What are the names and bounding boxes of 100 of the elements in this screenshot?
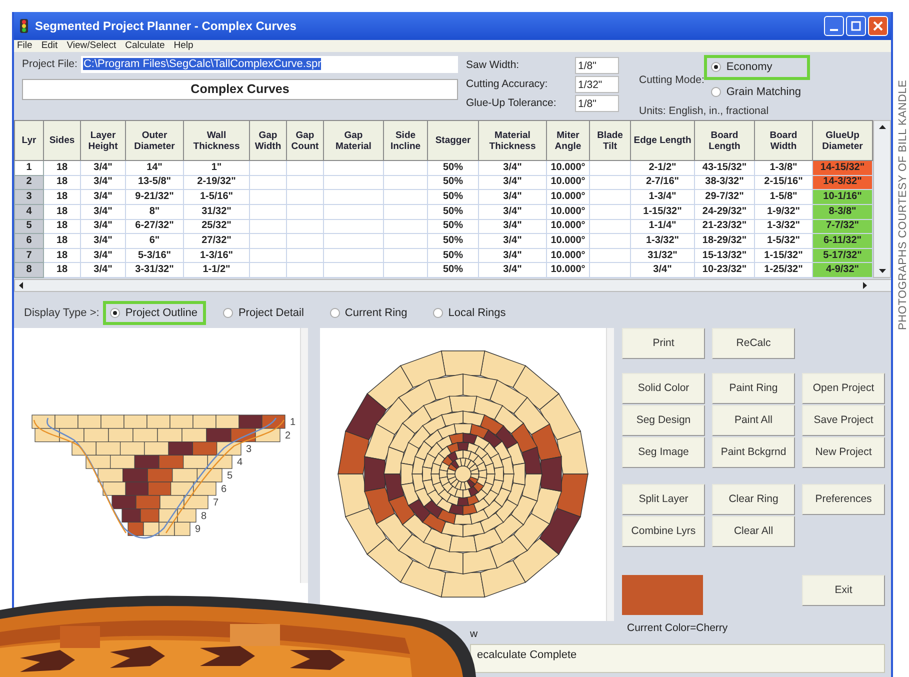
table-cell: 3/4" bbox=[478, 204, 546, 219]
table-cell: 18-29/32" bbox=[694, 234, 754, 248]
table-cell: 3/4" bbox=[80, 219, 126, 234]
toolbar-button[interactable]: ReCalc bbox=[712, 328, 795, 359]
scrollbar[interactable] bbox=[606, 328, 614, 621]
layer-number: 8 bbox=[201, 510, 207, 522]
radio-option[interactable]: Economy bbox=[704, 55, 810, 80]
column-header[interactable]: Material Thickness bbox=[478, 120, 546, 160]
row-header[interactable]: 8 bbox=[14, 262, 44, 278]
project-title: Complex Curves bbox=[22, 79, 458, 100]
table-cell: 8-3/8" bbox=[812, 204, 872, 219]
table-cell: 50% bbox=[428, 219, 478, 234]
column-header[interactable]: Edge Length bbox=[630, 120, 694, 160]
column-header[interactable]: Gap Width bbox=[250, 120, 286, 160]
table-cell: 3/4" bbox=[478, 234, 546, 248]
row-header[interactable]: 5 bbox=[14, 219, 44, 234]
column-header[interactable]: Board Width bbox=[754, 120, 812, 160]
column-header[interactable]: Side Incline bbox=[384, 120, 428, 160]
column-header[interactable]: GlueUp Diameter bbox=[812, 120, 872, 160]
input-field[interactable]: 1/8" bbox=[575, 95, 619, 112]
toolbar-button[interactable]: Preferences bbox=[802, 484, 885, 515]
column-header[interactable]: Sides bbox=[44, 120, 80, 160]
table-cell: 14" bbox=[126, 160, 184, 176]
scrollbar[interactable] bbox=[300, 328, 308, 583]
table-cell: 2-19/32" bbox=[184, 175, 250, 190]
menu-item[interactable]: View/Select bbox=[66, 40, 116, 52]
toolbar-button[interactable]: Seg Image bbox=[622, 437, 705, 468]
column-header[interactable]: Blade Tilt bbox=[590, 120, 630, 160]
project-file-field[interactable]: C:\Program Files\SegCalc\TallComplexCurve.spr bbox=[81, 56, 458, 73]
column-header[interactable]: Layer Height bbox=[80, 120, 126, 160]
row-header[interactable]: 2 bbox=[14, 175, 44, 190]
table-cell: 8" bbox=[126, 204, 184, 219]
horizontal-scrollbar[interactable] bbox=[14, 279, 891, 292]
table-cell: 50% bbox=[428, 175, 478, 190]
toolbar-button[interactable]: Clear All bbox=[712, 516, 795, 547]
input-field[interactable]: 1/32" bbox=[575, 76, 619, 93]
toolbar-button[interactable]: Open Project bbox=[802, 373, 885, 404]
table-cell: 10.000° bbox=[546, 190, 590, 204]
close-icon bbox=[873, 21, 883, 31]
table-cell: 4-9/32" bbox=[812, 262, 872, 278]
toolbar-button[interactable]: Seg Design bbox=[622, 405, 705, 436]
column-header[interactable]: Gap Count bbox=[286, 120, 324, 160]
column-header[interactable]: Stagger bbox=[428, 120, 478, 160]
menu-item[interactable]: File bbox=[17, 40, 32, 52]
toolbar-button[interactable]: Paint All bbox=[712, 405, 795, 436]
toolbar-button[interactable]: New Project bbox=[802, 437, 885, 468]
column-header[interactable]: Gap Material bbox=[324, 120, 384, 160]
row-header[interactable]: 7 bbox=[14, 248, 44, 263]
radio-option[interactable]: Grain Matching bbox=[704, 80, 810, 104]
column-header[interactable]: Outer Diameter bbox=[126, 120, 184, 160]
toolbar-button[interactable]: Paint Bckgrnd bbox=[712, 437, 795, 468]
row-header[interactable]: 4 bbox=[14, 204, 44, 219]
table-cell: 14-15/32" bbox=[812, 160, 872, 176]
window-title: Segmented Project Planner - Complex Curves bbox=[35, 18, 298, 35]
table-cell: 50% bbox=[428, 248, 478, 263]
minimize-icon bbox=[830, 29, 838, 31]
maximize-icon bbox=[851, 21, 861, 31]
field-label: Project File: bbox=[22, 56, 78, 72]
radio-option[interactable]: Current Ring bbox=[322, 300, 416, 326]
vertical-scrollbar[interactable] bbox=[873, 120, 891, 278]
column-header[interactable]: Board Length bbox=[694, 120, 754, 160]
radio-option[interactable]: Local Rings bbox=[426, 300, 515, 326]
input-field[interactable]: 1/8" bbox=[575, 57, 619, 74]
column-header[interactable]: Lyr bbox=[14, 120, 44, 160]
radio-option[interactable]: Project Outline bbox=[103, 300, 206, 326]
maximize-button[interactable] bbox=[846, 16, 866, 36]
table-cell: 1-9/32" bbox=[754, 204, 812, 219]
table-cell: 10.000° bbox=[546, 175, 590, 190]
table-cell: 3/4" bbox=[478, 248, 546, 263]
table-cell: 18 bbox=[44, 248, 80, 263]
minimize-button[interactable] bbox=[824, 16, 844, 36]
table-cell: 5-3/16" bbox=[126, 248, 184, 263]
toolbar-button[interactable]: Combine Lyrs bbox=[622, 516, 705, 547]
table-cell: 18 bbox=[44, 234, 80, 248]
close-button[interactable] bbox=[868, 16, 888, 36]
toolbar-button[interactable]: Save Project bbox=[802, 405, 885, 436]
row-header[interactable]: 6 bbox=[14, 234, 44, 248]
exit-button[interactable]: Exit bbox=[802, 575, 885, 606]
column-header[interactable]: Wall Thickness bbox=[184, 120, 250, 160]
toolbar-button[interactable]: Solid Color bbox=[622, 373, 705, 404]
row-header[interactable]: 3 bbox=[14, 190, 44, 204]
toolbar-button[interactable]: Paint Ring bbox=[712, 373, 795, 404]
menu-item[interactable]: Calculate bbox=[125, 40, 165, 52]
radio-option[interactable]: Project Detail bbox=[216, 300, 313, 326]
toolbar-button[interactable]: Print bbox=[622, 328, 705, 359]
row-header[interactable]: 1 bbox=[14, 160, 44, 176]
table-cell: 50% bbox=[428, 160, 478, 176]
table-cell: 3/4" bbox=[80, 190, 126, 204]
table-cell: 3/4" bbox=[478, 262, 546, 278]
toolbar-button[interactable]: Clear Ring bbox=[712, 484, 795, 515]
table-cell: 1-1/4" bbox=[630, 219, 694, 234]
field-label: Glue-Up Tolerance: bbox=[466, 96, 558, 111]
table-cell: 1-5/16" bbox=[184, 190, 250, 204]
table-cell: 10.000° bbox=[546, 219, 590, 234]
table-cell: 3/4" bbox=[478, 175, 546, 190]
menu-item[interactable]: Edit bbox=[41, 40, 58, 52]
menu-item[interactable]: Help bbox=[174, 40, 194, 52]
table-cell: 6-27/32" bbox=[126, 219, 184, 234]
toolbar-button[interactable]: Split Layer bbox=[622, 484, 705, 515]
column-header[interactable]: Miter Angle bbox=[546, 120, 590, 160]
